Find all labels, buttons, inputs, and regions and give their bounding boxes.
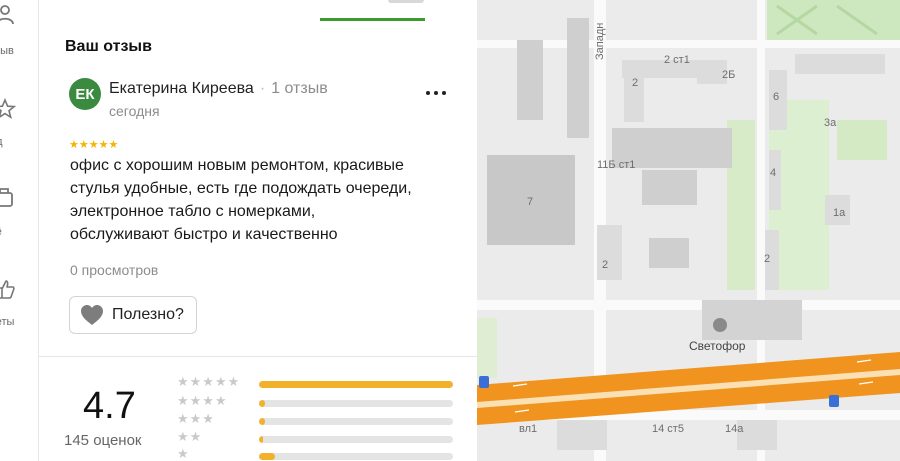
- rating-bar-fill: [259, 418, 265, 425]
- author-name[interactable]: Екатерина Киреева: [109, 80, 254, 97]
- rating-bar: [259, 418, 453, 425]
- rating-bar: [259, 453, 453, 460]
- building-label: 3а: [824, 117, 837, 129]
- row-stars: ★★★★★: [177, 374, 241, 389]
- views-count: 0 просмотров: [70, 262, 159, 278]
- photo-icon: [0, 188, 13, 207]
- rating-row-4: ★★★★: [177, 393, 467, 412]
- rating-row-3: ★★★: [177, 411, 467, 430]
- building-label: 11Б ст1: [597, 159, 635, 171]
- left-rail: тзыв ид ьё веты: [0, 0, 39, 461]
- active-tab-indicator: [320, 18, 425, 21]
- rating-bar-fill: [259, 381, 453, 388]
- building-label: вл1: [519, 423, 537, 435]
- building-label: 1а: [833, 207, 846, 219]
- reviews-panel: Ваш отзыв ЕК Екатерина Киреева · 1 отзыв с…: [39, 0, 477, 461]
- street-label: Западн: [594, 23, 606, 60]
- section-title: Ваш отзыв: [65, 38, 152, 55]
- building-label: 6: [773, 91, 779, 103]
- rail-label: ид: [0, 136, 3, 148]
- row-stars: ★★★: [177, 411, 215, 426]
- review-stars: ★★★★★: [69, 139, 119, 151]
- separator-dot: ·: [259, 80, 266, 97]
- rating-row-1: ★: [177, 446, 467, 461]
- review-text-line: обслуживают быстро и качественно: [70, 226, 338, 243]
- building-label: 14а: [725, 423, 744, 435]
- rating-bar: [259, 436, 453, 443]
- building-label: 2: [632, 77, 638, 89]
- star-icon: [0, 98, 16, 119]
- rating-row-2: ★★: [177, 429, 467, 448]
- row-stars: ★★: [177, 429, 203, 444]
- tab-scroll-stub: [388, 0, 424, 3]
- rating-row-5: ★★★★★: [177, 374, 467, 393]
- building-label: 2: [602, 259, 608, 271]
- dot-icon: [426, 91, 430, 95]
- rating-bar-fill: [259, 400, 265, 407]
- dot-icon: [442, 91, 446, 95]
- poi-label[interactable]: Светофор: [689, 339, 746, 353]
- rating-bar-fill: [259, 453, 275, 460]
- row-stars: ★: [177, 446, 190, 461]
- building-label: 2Б: [722, 69, 735, 81]
- more-menu-button[interactable]: [424, 88, 448, 98]
- rail-label: веты: [0, 316, 15, 328]
- average-rating: 4.7: [83, 385, 136, 427]
- ratings-count: 145 оценок: [64, 432, 142, 449]
- rail-item-photos[interactable]: ьё: [0, 184, 38, 238]
- building-label: 2: [764, 253, 770, 265]
- useful-button[interactable]: Полезно?: [69, 296, 197, 334]
- rail-label: ьё: [0, 226, 2, 238]
- map-view[interactable]: Западн 2 ст1 2Б 2 6 3а 11Б ст1 4 7 1а 2 …: [477, 0, 900, 461]
- review-text: офис с хорошим новым ремонтом, красивые …: [70, 154, 460, 246]
- rating-bar: [259, 400, 453, 407]
- author-review-count: 1 отзыв: [271, 80, 328, 97]
- rail-label: тзыв: [0, 45, 14, 57]
- map-canvas[interactable]: Западн 2 ст1 2Б 2 6 3а 11Б ст1 4 7 1а 2 …: [477, 0, 900, 461]
- person-icon: [0, 5, 14, 25]
- rating-bar: [259, 381, 453, 388]
- heart-icon: [81, 305, 103, 325]
- thumbs-up-icon: [0, 280, 15, 299]
- building-label: 4: [770, 167, 776, 179]
- review-date: сегодня: [109, 103, 160, 119]
- useful-label: Полезно?: [112, 306, 184, 323]
- rail-item-reviews[interactable]: тзыв: [0, 0, 38, 57]
- review-text-line: электронное табло с номерками,: [70, 203, 316, 220]
- rail-item-advice[interactable]: веты: [0, 276, 38, 328]
- rating-bar-fill: [259, 436, 263, 443]
- building-label: 2 ст1: [664, 54, 690, 66]
- review-text-line: стулья удобные, есть где подождать очере…: [70, 180, 412, 197]
- review-author-line: Екатерина Киреева · 1 отзыв: [109, 80, 328, 98]
- avatar[interactable]: ЕК: [69, 78, 101, 110]
- rail-item-rating[interactable]: ид: [0, 96, 38, 148]
- row-stars: ★★★★: [177, 393, 228, 408]
- building-label: 14 ст5: [652, 423, 684, 435]
- tab-bar: [39, 0, 477, 22]
- dot-icon: [434, 91, 438, 95]
- divider: [39, 356, 477, 357]
- review-text-line: офис с хорошим новым ремонтом, красивые: [70, 157, 404, 174]
- building-label: 7: [527, 196, 533, 208]
